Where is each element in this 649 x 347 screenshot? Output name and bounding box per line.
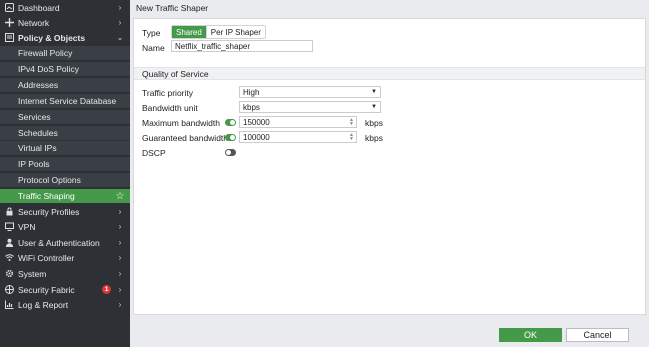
sidebar-item-system[interactable]: System › <box>0 266 130 281</box>
sidebar-item-label: VPN <box>18 221 36 232</box>
chevron-right-icon: › <box>118 253 122 262</box>
sidebar-item-label: IPv4 DoS Policy <box>18 64 79 74</box>
chevron-right-icon: › <box>118 18 122 27</box>
sidebar-item-schedules[interactable]: Schedules <box>0 126 130 141</box>
chevron-right-icon: › <box>118 238 122 247</box>
sidebar-item-label: Dashboard <box>18 2 60 13</box>
sidebar-item-protocol-options[interactable]: Protocol Options <box>0 173 130 188</box>
traffic-shaper-form: Type Shared Per IP Shaper Name Netflix_t… <box>133 18 646 315</box>
cancel-button[interactable]: Cancel <box>566 328 629 342</box>
type-label: Type <box>142 28 161 38</box>
sidebar: Dashboard › Network › Policy & Objects ⌄… <box>0 0 130 347</box>
sidebar-item-label: IP Pools <box>18 159 50 169</box>
sidebar-item-label: Virtual IPs <box>18 143 57 153</box>
type-selector: Shared Per IP Shaper <box>171 25 266 39</box>
chart-icon <box>5 300 14 309</box>
sidebar-item-label: Protocol Options <box>18 175 81 185</box>
sidebar-item-label: Firewall Policy <box>18 48 73 58</box>
sidebar-item-label: Security Profiles <box>18 206 80 217</box>
sidebar-item-network[interactable]: Network › <box>0 15 130 30</box>
sidebar-item-dashboard[interactable]: Dashboard › <box>0 0 130 15</box>
sidebar-item-traffic-shaping[interactable]: Traffic Shaping ☆ <box>0 189 130 204</box>
maximum-bandwidth-toggle[interactable] <box>225 119 236 126</box>
sidebar-item-firewall-policy[interactable]: Firewall Policy <box>0 46 130 61</box>
dashboard-icon <box>5 3 14 12</box>
chevron-right-icon: › <box>118 269 122 278</box>
sidebar-item-policy-objects[interactable]: Policy & Objects ⌄ <box>0 30 130 45</box>
sidebar-item-label: WiFi Controller <box>18 252 75 263</box>
chevron-down-icon: ⌄ <box>116 33 124 42</box>
wifi-icon <box>5 253 14 262</box>
guaranteed-bandwidth-unit: kbps <box>365 133 383 143</box>
quality-of-service-section: Quality of Service <box>134 67 645 80</box>
type-option-per-ip-shaper[interactable]: Per IP Shaper <box>205 26 265 38</box>
sidebar-item-label: Traffic Shaping <box>18 191 75 201</box>
sidebar-item-label: Schedules <box>18 128 58 138</box>
sidebar-item-label: Network <box>18 17 50 28</box>
sidebar-item-label: Internet Service Database <box>18 96 117 106</box>
sidebar-item-ip-pools[interactable]: IP Pools <box>0 157 130 172</box>
fabric-icon <box>5 285 14 294</box>
star-icon[interactable]: ☆ <box>115 191 125 202</box>
sidebar-item-user-authentication[interactable]: User & Authentication › <box>0 235 130 250</box>
policy-icon <box>5 33 14 42</box>
bandwidth-unit-value: kbps <box>243 102 260 112</box>
guaranteed-bandwidth-toggle[interactable] <box>225 134 236 141</box>
maximum-bandwidth-unit: kbps <box>365 118 383 128</box>
user-icon <box>5 238 14 247</box>
chevron-right-icon: › <box>118 222 122 231</box>
sidebar-item-label: Policy & Objects <box>18 32 86 43</box>
sidebar-item-label: System <box>18 268 47 279</box>
bandwidth-unit-label: Bandwidth unit <box>142 103 198 113</box>
sidebar-item-security-profiles[interactable]: Security Profiles › <box>0 204 130 219</box>
network-icon <box>5 18 14 27</box>
dscp-label: DSCP <box>142 148 166 158</box>
type-option-shared[interactable]: Shared <box>172 26 206 38</box>
maximum-bandwidth-input[interactable]: 150000 ▲ ▼ <box>239 116 357 128</box>
sidebar-item-wifi-controller[interactable]: WiFi Controller › <box>0 250 130 265</box>
page-title: New Traffic Shaper <box>136 2 209 13</box>
spinner-icon[interactable]: ▲ ▼ <box>349 133 354 142</box>
sidebar-item-vpn[interactable]: VPN › <box>0 219 130 234</box>
chevron-right-icon: › <box>118 285 122 294</box>
sidebar-item-label: Services <box>18 112 51 122</box>
sidebar-item-log-report[interactable]: Log & Report › <box>0 297 130 312</box>
page-header: New Traffic Shaper <box>130 0 649 15</box>
sidebar-item-label: Addresses <box>18 80 59 90</box>
maximum-bandwidth-value: 150000 <box>243 117 270 127</box>
chevron-right-icon: › <box>118 3 122 12</box>
sidebar-item-addresses[interactable]: Addresses <box>0 78 130 93</box>
ok-button[interactable]: OK <box>499 328 562 342</box>
traffic-priority-label: Traffic priority <box>142 88 194 98</box>
sidebar-item-ipv4-dos-policy[interactable]: IPv4 DoS Policy <box>0 62 130 77</box>
sidebar-item-label: User & Authentication <box>18 237 100 248</box>
lock-icon <box>5 207 14 216</box>
spinner-icon[interactable]: ▲ ▼ <box>349 118 354 127</box>
caret-down-icon: ▼ <box>371 104 377 110</box>
dscp-toggle[interactable] <box>225 149 236 156</box>
monitor-icon <box>5 222 14 231</box>
guaranteed-bandwidth-input[interactable]: 100000 ▲ ▼ <box>239 131 357 143</box>
name-label: Name <box>142 43 165 53</box>
sidebar-item-virtual-ips[interactable]: Virtual IPs <box>0 141 130 156</box>
notification-badge: 1 <box>102 285 111 294</box>
traffic-priority-value: High <box>243 87 260 97</box>
traffic-priority-select[interactable]: High ▼ <box>239 86 381 98</box>
sidebar-item-internet-service-database[interactable]: Internet Service Database <box>0 94 130 109</box>
section-title: Quality of Service <box>142 68 209 79</box>
name-input-value: Netflix_traffic_shaper <box>175 41 250 51</box>
caret-down-icon: ▼ <box>371 89 377 95</box>
sidebar-item-security-fabric[interactable]: Security Fabric 1 › <box>0 282 130 297</box>
chevron-right-icon: › <box>118 207 122 216</box>
gear-icon <box>5 269 14 278</box>
sidebar-item-label: Security Fabric <box>18 284 75 295</box>
sidebar-item-label: Log & Report <box>18 299 69 310</box>
name-input[interactable]: Netflix_traffic_shaper <box>171 40 313 52</box>
guaranteed-bandwidth-value: 100000 <box>243 132 270 142</box>
chevron-right-icon: › <box>118 300 122 309</box>
sidebar-item-services[interactable]: Services <box>0 110 130 125</box>
guaranteed-bandwidth-label: Guaranteed bandwidth <box>142 133 229 143</box>
bandwidth-unit-select[interactable]: kbps ▼ <box>239 101 381 113</box>
maximum-bandwidth-label: Maximum bandwidth <box>142 118 220 128</box>
